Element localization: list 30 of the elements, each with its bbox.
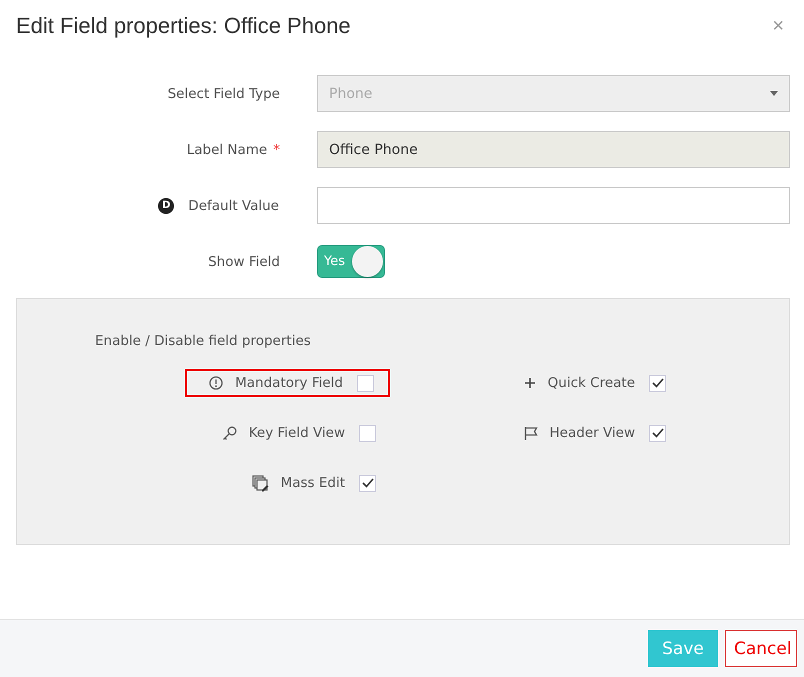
alert-icon xyxy=(209,376,224,390)
field-label: Select Field Type xyxy=(168,86,280,102)
key-icon xyxy=(222,426,237,440)
section-heading: Enable / Disable field properties xyxy=(95,333,312,349)
dialog-title: Edit Field properties: Office Phone xyxy=(16,13,351,39)
checkbox[interactable] xyxy=(359,474,376,492)
property-label: Mass Edit xyxy=(280,475,345,491)
save-button[interactable]: Save xyxy=(648,630,718,667)
property-label: Key Field View xyxy=(248,425,345,441)
caret-icon xyxy=(770,91,778,96)
field-label: Label Name xyxy=(186,142,268,158)
plus-icon xyxy=(524,377,536,389)
input-field[interactable] xyxy=(317,187,790,224)
property-label: Mandatory Field xyxy=(235,375,343,391)
flag-icon xyxy=(524,426,538,440)
property-label: Header View xyxy=(550,425,635,441)
cancel-button[interactable]: Cancel xyxy=(725,630,797,667)
close-button[interactable]: × xyxy=(768,14,788,38)
info-badge: D xyxy=(158,198,174,214)
checkbox[interactable] xyxy=(649,374,666,392)
checkbox[interactable] xyxy=(649,424,666,442)
field-label: Show Field xyxy=(208,254,280,270)
property-label: Quick Create xyxy=(548,375,635,391)
input-field[interactable]: Office Phone xyxy=(317,131,790,168)
toggle-switch[interactable]: Yes xyxy=(317,245,385,278)
checkbox[interactable] xyxy=(359,424,376,442)
stacked-pages-icon xyxy=(252,474,269,492)
checkbox[interactable] xyxy=(357,374,374,392)
required-asterisk: * xyxy=(273,142,280,158)
field-label: Default Value xyxy=(188,198,279,214)
